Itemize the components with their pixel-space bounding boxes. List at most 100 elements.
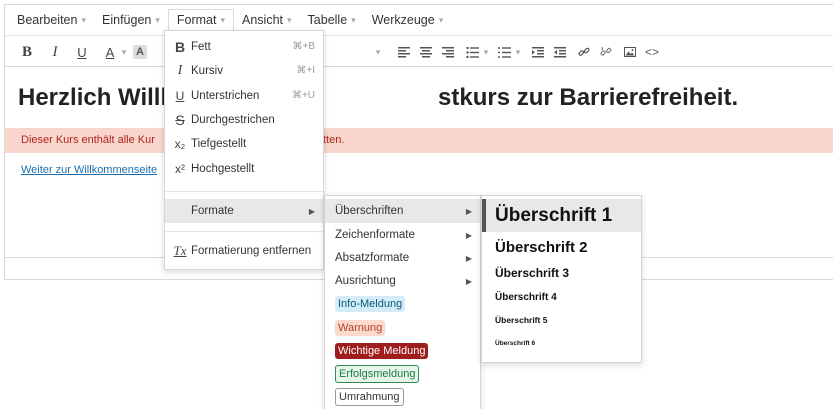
menu-item-label: Überschrift 3 [495,266,570,280]
tag-important: Wichtige Meldung [335,342,429,359]
selection-indicator [482,199,486,232]
menu-item-heading-3[interactable]: Überschrift 3 [482,261,641,285]
welcome-link[interactable]: Weiter zur Willkommenseite [21,164,157,176]
menu-item-label: Fett [191,40,211,53]
bg-color-button[interactable]: A [133,45,147,59]
menu-item-underline[interactable]: U Unterstrichen ⌘+U [165,84,323,107]
shortcut-label: ⌘+U [291,90,315,101]
menu-item-absatzformate[interactable]: Absatzformate ▶ [325,246,480,270]
menu-item-wichtige-meldung[interactable]: Wichtige Meldung [325,339,480,362]
chevron-down-icon[interactable]: ▾ [119,36,129,68]
menu-separator [165,191,323,192]
menu-item-warnung[interactable]: Warnung [325,316,480,339]
menu-item-strikethrough[interactable]: S Durchgestrichen [165,108,323,131]
align-right-icon[interactable] [441,36,455,68]
italic-button[interactable]: I [47,36,63,68]
bold-button[interactable]: B [19,36,35,68]
menu-item-formate[interactable]: Formate ▶ [165,199,323,223]
italic-icon: I [177,62,183,78]
indent-icon[interactable] [553,36,567,68]
menubar: Bearbeiten ▾ Einfügen ▾ Format ▾ Ansicht ▾ T… [5,5,833,35]
menu-item-heading-6[interactable]: Überschrift 6 [482,332,641,354]
menu-item-label: Unterstrichen [191,89,260,102]
link-icon[interactable] [577,36,591,68]
menu-item-label: Formatierung entfernen [191,245,312,257]
underline-button[interactable]: U [73,36,91,68]
chevron-down-icon: ▾ [220,15,226,25]
chevron-right-icon: ▶ [465,253,472,263]
menu-item-info-meldung[interactable]: Info-Meldung [325,292,480,315]
menu-item-heading-1[interactable]: Überschrift 1 [482,199,641,232]
chevron-right-icon: ▶ [465,276,472,286]
menu-tabelle[interactable]: Tabelle ▾ [300,9,364,31]
numbered-list-icon[interactable] [497,36,511,68]
menu-item-label: Absatzformate [335,252,410,264]
menu-item-label: Zeichenformate [335,229,415,241]
menu-item-label: Überschrift 2 [495,238,588,256]
menu-item-label: Überschrift 6 [495,339,536,347]
menu-item-heading-4[interactable]: Überschrift 4 [482,286,641,308]
menu-label: Format [176,13,217,27]
notice-text-end: tten. [323,134,345,146]
chevron-right-icon: ▶ [465,206,472,216]
chevron-down-icon: ▾ [351,15,356,25]
format-menu: B Fett ⌘+B I Kursiv ⌘+I U Unterstrichen … [164,30,324,270]
heading-text-start: Herzlich Willk [18,84,174,111]
menu-einfuegen[interactable]: Einfügen ▾ [94,9,168,31]
outdent-icon[interactable] [531,36,545,68]
shortcut-label: ⌘+B [292,41,315,52]
menu-item-heading-2[interactable]: Überschrift 2 [482,234,641,260]
tag-success: Erfolgsmeldung [335,364,420,383]
menu-ansicht[interactable]: Ansicht ▾ [234,9,300,31]
tag-warning: Warnung [335,319,386,336]
menu-item-label: Durchgestrichen [191,113,275,126]
image-icon[interactable] [623,36,637,68]
menu-item-zeichenformate[interactable]: Zeichenformate ▶ [325,223,480,247]
chevron-right-icon: ▶ [465,230,472,240]
menu-item-subscript[interactable]: x₂ Tiefgestellt [165,132,323,155]
menu-separator [165,231,323,232]
menu-item-erfolgsmeldung[interactable]: Erfolgsmeldung [325,362,480,385]
chevron-down-icon[interactable]: ▾ [481,36,491,68]
menu-item-heading-5[interactable]: Überschrift 5 [482,309,641,331]
menu-label: Werkzeuge [371,13,435,27]
chevron-down-icon[interactable]: ▾ [513,36,523,68]
menu-item-label: Überschrift 5 [495,315,548,325]
chevron-down-icon: ▾ [287,15,292,25]
shortcut-label: ⌘+I [296,65,315,76]
chevron-down-icon: ▾ [438,15,444,25]
code-icon[interactable]: <> [645,36,659,68]
menu-item-label: Hochgestellt [191,162,255,175]
superscript-icon: x² [175,161,185,176]
menu-item-clear-formatting[interactable]: Tx Formatierung entfernen [165,239,323,263]
menu-item-umrahmung[interactable]: Umrahmung [325,385,480,408]
menu-format[interactable]: Format ▾ [167,9,235,31]
align-left-icon[interactable] [397,36,411,68]
text-color-button[interactable]: A [103,36,117,68]
chevron-down-icon[interactable]: ▾ [373,36,383,68]
unlink-icon[interactable] [599,36,613,68]
menu-item-label: Formate [191,205,234,217]
menu-item-italic[interactable]: I Kursiv ⌘+I [165,59,323,82]
menu-werkzeuge[interactable]: Werkzeuge ▾ [364,9,452,31]
menu-item-label: Tiefgestellt [191,137,247,150]
menu-item-label: Überschrift 1 [495,204,613,226]
menu-label: Einfügen [102,13,152,27]
content-heading: Herzlich Willk stkurs zur Barrierefreihei… [18,84,738,112]
menu-label: Bearbeiten [17,13,78,27]
notice-box: Dieser Kurs enthält alle Kur tten. [5,128,833,153]
menu-bearbeiten[interactable]: Bearbeiten ▾ [9,9,94,31]
clear-formatting-icon: Tx [173,243,187,258]
menu-label: Ansicht [242,13,284,27]
bullet-list-icon[interactable] [465,36,479,68]
menu-item-superscript[interactable]: x² Hochgestellt [165,157,323,180]
menu-label: Tabelle [307,13,348,27]
menu-item-ueberschriften[interactable]: Überschriften ▶ [325,199,480,223]
chevron-right-icon: ▶ [308,206,315,216]
align-center-icon[interactable] [419,36,433,68]
tag-info: Info-Meldung [335,295,406,312]
menu-item-label: Überschrift 4 [495,291,557,303]
menu-item-bold[interactable]: B Fett ⌘+B [165,35,323,58]
menu-item-ausrichtung[interactable]: Ausrichtung ▶ [325,269,480,293]
menu-item-label: Ausrichtung [335,275,396,287]
